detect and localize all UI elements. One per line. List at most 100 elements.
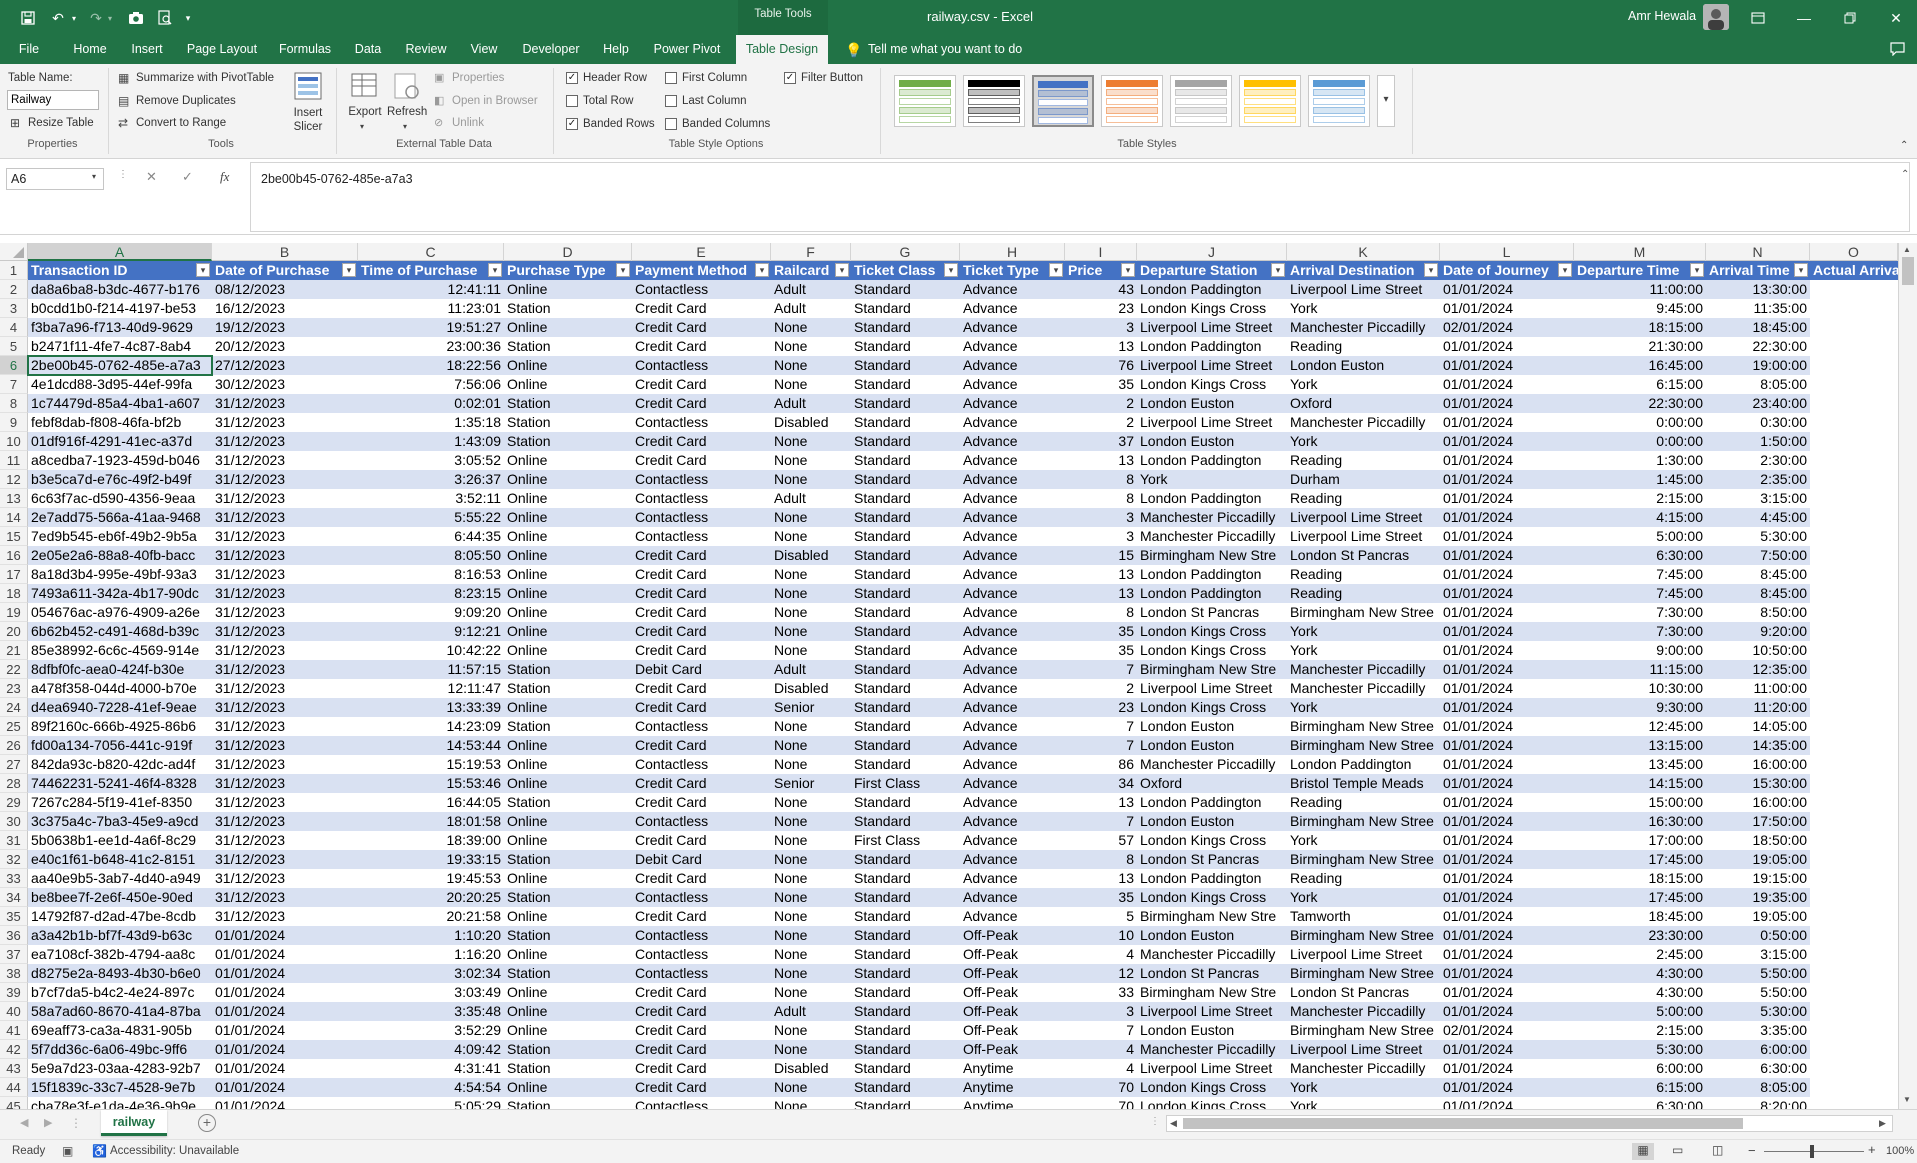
filter-dropdown-icon[interactable]: ▾ [755, 263, 769, 277]
table-cell[interactable]: Advance [960, 660, 1065, 679]
table-cell[interactable]: Advance [960, 641, 1065, 660]
zoom-out-icon[interactable]: − [1748, 1143, 1756, 1158]
table-cell[interactable]: London Kings Cross [1137, 641, 1287, 660]
table-cell[interactable]: Manchester Piccadilly [1287, 1059, 1440, 1078]
table-header-cell[interactable]: Payment Method ▾ [632, 261, 771, 280]
table-cell[interactable]: Online [504, 451, 632, 470]
table-cell[interactable]: Liverpool Lime Street [1137, 1002, 1287, 1021]
table-cell[interactable]: 16:45:00 [1574, 356, 1706, 375]
table-cell[interactable]: 31/12/2023 [212, 413, 358, 432]
table-cell[interactable]: 31/12/2023 [212, 584, 358, 603]
zoom-in-icon[interactable]: + [1868, 1142, 1876, 1157]
scroll-left-icon[interactable]: ◀ [1170, 1118, 1177, 1129]
table-cell[interactable]: 19:05:00 [1706, 850, 1810, 869]
table-cell[interactable]: Advance [960, 565, 1065, 584]
table-cell[interactable]: febf8dab-f808-46fa-bf2b [28, 413, 212, 432]
table-cell[interactable]: 31/12/2023 [212, 793, 358, 812]
table-cell[interactable]: 33 [1065, 983, 1137, 1002]
table-cell[interactable]: Birmingham New Stree [1287, 717, 1440, 736]
column-header-m[interactable]: M [1574, 243, 1706, 261]
table-cell[interactable]: Online [504, 584, 632, 603]
table-cell[interactable]: Advance [960, 280, 1065, 299]
column-header-j[interactable]: J [1137, 243, 1287, 261]
table-cell[interactable]: Manchester Piccadilly [1287, 679, 1440, 698]
table-cell[interactable]: e40c1f61-b648-41c2-8151 [28, 850, 212, 869]
table-cell[interactable]: Off-Peak [960, 1002, 1065, 1021]
row-header[interactable]: 6 [0, 356, 28, 375]
table-cell[interactable]: 0:02:01 [358, 394, 504, 413]
column-header-c[interactable]: C [358, 243, 504, 261]
table-cell[interactable]: 13 [1065, 337, 1137, 356]
table-cell[interactable]: 6:15:00 [1574, 375, 1706, 394]
table-cell[interactable]: 31/12/2023 [212, 717, 358, 736]
table-cell[interactable]: Advance [960, 318, 1065, 337]
table-cell[interactable]: 19:35:00 [1706, 888, 1810, 907]
scroll-thumb[interactable] [1902, 257, 1914, 285]
table-cell[interactable]: York [1287, 375, 1440, 394]
table-cell[interactable]: 31/12/2023 [212, 451, 358, 470]
table-cell[interactable]: Contactless [632, 945, 771, 964]
table-cell[interactable]: Contactless [632, 470, 771, 489]
table-cell[interactable]: 85e38992-6c6c-4569-914e [28, 641, 212, 660]
unlink-button[interactable]: Unlink [452, 117, 484, 129]
table-cell[interactable]: Advance [960, 470, 1065, 489]
table-cell[interactable]: 2:45:00 [1574, 945, 1706, 964]
row-header[interactable]: 8 [0, 394, 28, 413]
table-cell[interactable]: 7ed9b545-eb6f-49b2-9b5a [28, 527, 212, 546]
row-header[interactable]: 18 [0, 584, 28, 603]
table-cell[interactable]: Birmingham New Stree [1287, 603, 1440, 622]
zoom-slider[interactable] [1764, 1151, 1864, 1152]
table-cell[interactable]: York [1287, 299, 1440, 318]
table-cell[interactable]: 8:16:53 [358, 565, 504, 584]
table-cell[interactable]: 2:15:00 [1574, 489, 1706, 508]
table-cell[interactable]: 01/01/2024 [1440, 584, 1574, 603]
table-cell[interactable]: 3:15:00 [1706, 489, 1810, 508]
table-cell[interactable]: 01/01/2024 [1440, 527, 1574, 546]
table-cell[interactable]: 13 [1065, 869, 1137, 888]
table-cell[interactable]: Contactless [632, 280, 771, 299]
table-cell[interactable]: Contactless [632, 888, 771, 907]
table-cell[interactable]: London Paddington [1137, 451, 1287, 470]
table-cell[interactable]: 23:30:00 [1574, 926, 1706, 945]
table-cell[interactable]: 19:33:15 [358, 850, 504, 869]
table-cell[interactable]: Standard [851, 394, 960, 413]
table-cell[interactable]: 01/01/2024 [1440, 812, 1574, 831]
table-cell[interactable]: London Kings Cross [1137, 1078, 1287, 1097]
resize-table-button[interactable]: Resize Table [28, 117, 94, 129]
table-cell[interactable]: Credit Card [632, 451, 771, 470]
table-cell[interactable]: 9:00:00 [1574, 641, 1706, 660]
table-cell[interactable]: 8:05:50 [358, 546, 504, 565]
table-cell[interactable]: 31/12/2023 [212, 641, 358, 660]
table-cell[interactable]: 1:10:20 [358, 926, 504, 945]
table-cell[interactable]: 3 [1065, 527, 1137, 546]
table-header-cell[interactable]: Price ▾ [1065, 261, 1137, 280]
table-cell[interactable]: Standard [851, 660, 960, 679]
table-cell[interactable]: 5:50:00 [1706, 964, 1810, 983]
table-cell[interactable]: Advance [960, 698, 1065, 717]
filter-dropdown-icon[interactable]: ▾ [1424, 263, 1438, 277]
table-cell[interactable]: Off-Peak [960, 1021, 1065, 1040]
table-cell[interactable]: Birmingham New Stree [1287, 964, 1440, 983]
table-cell[interactable]: 01/01/2024 [1440, 1078, 1574, 1097]
row-header[interactable]: 31 [0, 831, 28, 850]
table-cell[interactable]: Standard [851, 907, 960, 926]
table-cell[interactable]: 3:35:48 [358, 1002, 504, 1021]
row-header[interactable]: 26 [0, 736, 28, 755]
page-break-view-icon[interactable]: ◫ [1712, 1143, 1723, 1157]
column-header-h[interactable]: H [960, 243, 1065, 261]
table-cell[interactable]: 1:45:00 [1574, 470, 1706, 489]
accessibility-status[interactable]: Accessibility: Unavailable [110, 1145, 239, 1157]
scroll-up-icon[interactable]: ▲ [1903, 245, 1911, 254]
table-cell[interactable]: Advance [960, 432, 1065, 451]
table-cell[interactable]: 1:30:00 [1574, 451, 1706, 470]
table-cell[interactable]: Standard [851, 1002, 960, 1021]
table-cell[interactable]: 01/01/2024 [1440, 926, 1574, 945]
row-header[interactable]: 12 [0, 470, 28, 489]
table-cell[interactable]: Online [504, 698, 632, 717]
table-cell[interactable]: Advance [960, 869, 1065, 888]
table-cell[interactable]: Credit Card [632, 831, 771, 850]
table-cell[interactable]: 01/01/2024 [1440, 850, 1574, 869]
table-cell[interactable]: 2:30:00 [1706, 451, 1810, 470]
header-row-checkbox[interactable]: ✓ [566, 72, 578, 84]
table-cell[interactable]: 31/12/2023 [212, 489, 358, 508]
